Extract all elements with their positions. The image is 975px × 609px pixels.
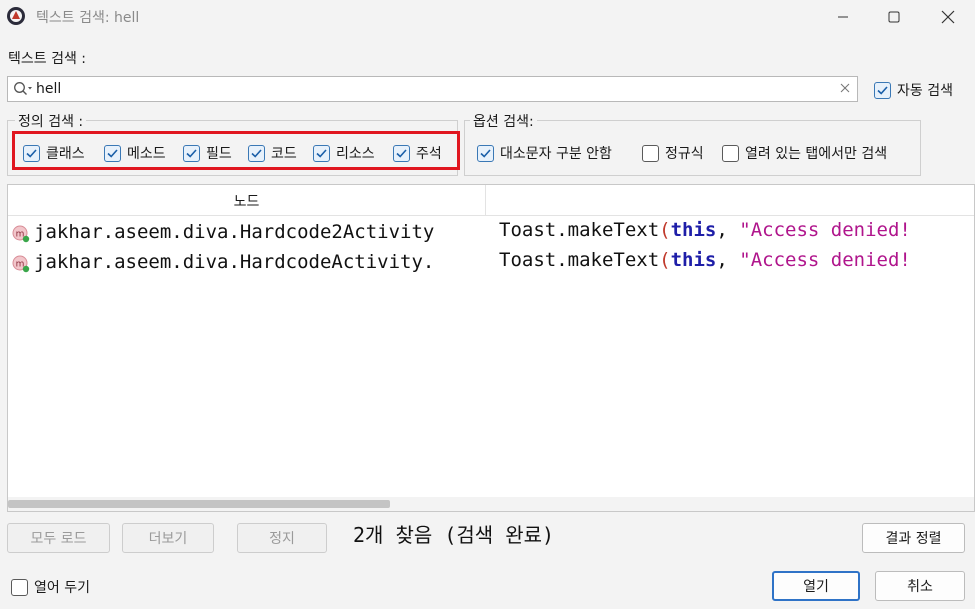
scrollbar-thumb[interactable] [8,500,390,508]
checkbox-unchecked-icon [11,578,28,596]
code-keyword: this [670,249,717,271]
results-table[interactable]: 노드 m jakhar.aseem.diva.Hardcode2Activity… [7,184,975,512]
results-header: 노드 [8,185,974,216]
minimize-icon [838,16,848,17]
result-node: jakhar.aseem.diva.HardcodeActivity. [34,251,435,273]
column-header-node[interactable]: 노드 [8,185,486,216]
definition-search-title: 정의 검색 : [15,111,87,131]
checkbox-checked-icon [874,81,891,99]
auto-search-label: 자동 검색 [897,83,953,99]
code-paren: ( [659,249,671,271]
horizontal-scrollbar[interactable] [8,497,974,511]
open-button[interactable]: 열기 [772,571,860,601]
search-field[interactable] [7,76,858,102]
maximize-button[interactable] [871,0,917,33]
checkbox-label: 대소문자 구분 안함 [500,146,612,162]
search-icon [13,81,33,101]
result-code: Toast.makeText(this, "Access denied! [499,249,911,271]
keep-open-label: 열어 두기 [34,580,90,596]
close-button[interactable] [925,0,971,33]
close-icon [941,10,955,23]
title-bar: 텍스트 검색: hell [0,0,975,33]
window-title: 텍스트 검색: hell [36,10,140,26]
table-row[interactable]: m jakhar.aseem.diva.Hardcode2Activity To… [8,218,974,248]
checkbox-ignore-case[interactable]: 대소문자 구분 안함 [477,143,612,163]
code-string: "Access denied! [739,219,911,241]
highlight-box [12,131,460,170]
search-input[interactable] [36,80,816,98]
maximize-icon [888,11,900,22]
load-all-button[interactable]: 모두 로드 [7,523,110,553]
method-icon: m [12,255,30,278]
stop-button[interactable]: 정지 [237,523,327,553]
code-string: "Access denied! [739,249,911,271]
more-button[interactable]: 더보기 [122,523,214,553]
code-text: Toast.makeText [499,219,660,241]
sort-results-button[interactable]: 결과 정렬 [862,523,965,553]
checkbox-open-tabs-only[interactable]: 열려 있는 탭에서만 검색 [722,143,887,163]
code-text: , [716,219,740,241]
checkbox-label: 정규식 [665,146,704,162]
code-paren: ( [659,219,671,241]
table-row[interactable]: m jakhar.aseem.diva.HardcodeActivity. To… [8,248,974,278]
checkbox-unchecked-icon [722,144,739,162]
result-code: Toast.makeText(this, "Access denied! [499,219,911,241]
checkbox-regex[interactable]: 정규식 [642,143,704,163]
method-icon: m [12,225,30,248]
keep-open-checkbox[interactable]: 열어 두기 [11,577,90,597]
minimize-button[interactable] [820,0,866,33]
search-label: 텍스트 검색 : [8,51,87,67]
search-status: 2개 찾음 (검색 완료) [353,523,555,547]
checkbox-label: 열려 있는 탭에서만 검색 [745,146,888,162]
checkbox-checked-icon [477,144,494,162]
checkbox-unchecked-icon [642,144,659,162]
app-icon [6,6,26,26]
clear-icon[interactable] [839,82,851,98]
code-keyword: this [670,219,717,241]
code-text: , [716,249,740,271]
code-text: Toast.makeText [499,249,660,271]
cancel-button[interactable]: 취소 [875,571,965,601]
result-node: jakhar.aseem.diva.Hardcode2Activity [34,221,435,243]
auto-search-checkbox[interactable]: 자동 검색 [874,80,953,100]
option-search-title: 옵션 검색: [470,111,537,131]
